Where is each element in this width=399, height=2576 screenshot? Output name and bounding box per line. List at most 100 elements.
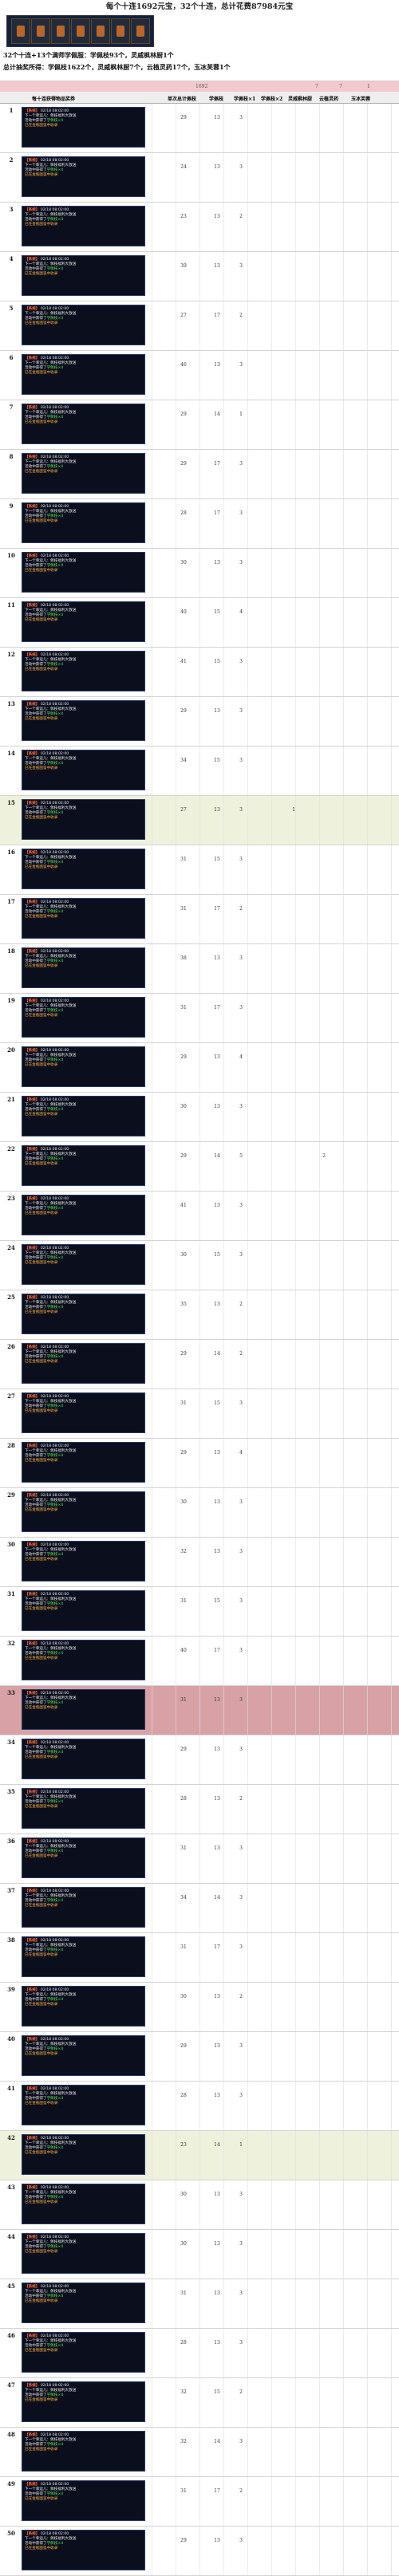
row-number: 39 [7,1986,15,1993]
message-sender: 【系统】 [25,1642,40,1646]
row-number: 8 [9,453,14,460]
message-sender: 【系统】 [25,1593,40,1597]
table-cell: 34 [180,1895,187,1900]
message-item: 学佩枝×4 [46,2146,64,2150]
table-cell: 30 [180,1994,187,1999]
chat-message-screenshot: 【系统】 02/18 08:02:00 下一个幸运儿：佩枝福利大放送 活动中获得了学… [22,1392,145,1433]
message-tail: 已在金瓶图鉴中收录 [25,1211,58,1215]
message-detail: 活动中获得了 [25,564,47,568]
table-row: 5 【系统】 02/18 08:02:00 下一个幸运儿：佩枝福利大放送 活动中获得了… [0,301,399,351]
message-detail: 活动中获得了 [25,1701,47,1705]
message-item: 学佩枝×4 [46,1553,64,1557]
message-item: 学佩枝×4 [46,1454,64,1458]
message-item: 学佩枝×4 [46,465,64,469]
message-sender: 【系统】 [25,208,40,212]
message-item: 学佩枝×4 [46,2393,64,2397]
message-detail: 活动中获得了 [25,1849,47,1853]
message-detail: 活动中获得了 [25,1602,47,1606]
message-tail: 已在金瓶图鉴中收录 [25,2101,58,2105]
message-item: 学佩枝×4 [46,910,64,914]
message-tail: 已在金瓶图鉴中收录 [25,964,58,968]
table-row: 11 【系统】 02/18 08:02:00 下一个幸运儿：佩枝福利大放送 活动中获得… [0,598,399,648]
message-detail: 活动中获得了 [25,2443,47,2447]
header-cell: 单次总计佩枝 [168,97,197,102]
table-cell: 34 [180,758,187,763]
message-tail: 已在金瓶图鉴中收录 [25,1310,58,1314]
row-number: 24 [7,1244,15,1251]
table-cell: 3 [239,1104,243,1109]
message-item: 学佩枝×4 [46,1948,64,1952]
message-detail: 活动中获得了 [25,1998,47,2002]
row-number: 14 [7,750,15,757]
message-item: 学佩枝×4 [46,1652,64,1656]
summary-line-1: 32个十连+13个满师学佩服：学佩枝93个，灵威枫林厨1个 [3,51,174,59]
message-item: 学佩枝×4 [46,959,64,963]
message-time: 02/18 08:02:00 [40,2137,69,2141]
message-tail: 已在金瓶图鉴中收录 [25,2003,58,2007]
message-tail: 已在金瓶图鉴中收录 [25,1607,58,1611]
message-tail: 已在金瓶图鉴中收录 [25,2200,58,2204]
message-time: 02/18 08:02:00 [40,1148,69,1152]
message-item: 学佩枝×4 [46,317,64,321]
header-cell: 每十连获得物品奖券 [32,97,76,102]
message-time: 02/18 08:02:00 [40,2433,69,2437]
message-detail: 活动中获得了 [25,1751,47,1755]
table-cell: 2 [239,1302,243,1307]
row-number: 21 [7,1096,15,1103]
table-cell: 3 [239,461,243,467]
table-row: 13 【系统】 02/18 08:02:00 下一个幸运儿：佩枝福利大放送 活动中获得… [0,697,399,746]
chat-message-screenshot: 【系统】 02/18 08:02:00 下一个幸运儿：佩枝福利大放送 活动中获得了学… [22,1046,145,1087]
chat-message-screenshot: 【系统】 02/18 08:02:00 下一个幸运儿：佩枝福利大放送 活动中获得了学… [22,1986,145,2027]
table-row: 24 【系统】 02/18 08:02:00 下一个幸运儿：佩枝福利大放送 活动中获得… [0,1241,399,1290]
row-number: 5 [9,305,14,312]
table-cell: 3 [239,955,243,961]
chat-message-screenshot: 【系统】 02/18 08:02:00 下一个幸运儿：佩枝福利大放送 活动中获得了学… [22,1294,145,1334]
message-time: 02/18 08:02:00 [40,1049,69,1053]
table-row: 40 【系统】 02/18 08:02:00 下一个幸运儿：佩枝福利大放送 活动中获得… [0,2032,399,2082]
table-cell: 3 [239,1400,243,1406]
message-sender: 【系统】 [25,505,40,509]
table-cell: 3 [239,2290,243,2296]
message-item: 学佩枝×4 [46,1751,64,1755]
table-cell: 4 [239,609,243,615]
row-number: 43 [7,2184,15,2191]
table-row: 34 【系统】 02/18 08:02:00 下一个幸运儿：佩枝福利大放送 活动中获得… [0,1735,399,1785]
message-time: 02/18 08:02:00 [40,1692,69,1696]
chat-message-screenshot: 【系统】 02/18 08:02:00 下一个幸运儿：佩枝福利大放送 活动中获得了学… [22,1590,145,1631]
message-detail: 活动中获得了 [25,663,47,667]
table-row: 38 【系统】 02/18 08:02:00 下一个幸运儿：佩枝福利大放送 活动中获得… [0,1933,399,1983]
chat-message-screenshot: 【系统】 02/18 08:02:00 下一个幸运儿：佩枝福利大放送 活动中获得了学… [22,1244,145,1285]
message-sender: 【系统】 [25,752,40,756]
message-item: 学佩枝×4 [46,2443,64,2447]
message-sender: 【系统】 [25,2087,40,2091]
table-cell: 4 [239,1450,243,1455]
table-cell: 2 [239,214,243,219]
message-tail: 已在金瓶图鉴中收录 [25,1261,58,1265]
item-icon [110,18,130,44]
table-cell: 28 [180,1796,187,1802]
table-cell: 40 [180,609,187,615]
message-sender: 【系统】 [25,554,40,558]
table-cell: 3 [239,708,243,714]
ruler-value: 1692 [196,84,208,89]
chat-message-screenshot: 【系统】 02/18 08:02:00 下一个幸运儿：佩枝福利大放送 活动中获得了学… [22,404,145,444]
row-number: 1 [9,107,14,114]
message-detail: 活动中获得了 [25,465,47,469]
message-sender: 【系统】 [25,999,40,1003]
table-row: 37 【系统】 02/18 08:02:00 下一个幸运儿：佩枝福利大放送 活动中获得… [0,1884,399,1933]
message-tail: 已在金瓶图鉴中收录 [25,569,58,573]
table-row: 18 【系统】 02/18 08:02:00 下一个幸运儿：佩枝福利大放送 活动中获得… [0,944,399,994]
row-number: 23 [7,1195,15,1202]
chat-message-screenshot: 【系统】 02/18 08:02:00 下一个幸运儿：佩枝福利大放送 活动中获得了学… [22,601,145,642]
chat-message-screenshot: 【系统】 02/18 08:02:00 下一个幸运儿：佩枝福利大放送 活动中获得了学… [22,2283,145,2323]
table-cell: 31 [180,1005,187,1010]
message-sender: 【系统】 [25,2285,40,2289]
item-icon [90,18,110,44]
chat-message-screenshot: 【系统】 02/18 08:02:00 下一个幸运儿：佩枝福利大放送 活动中获得了学… [22,2134,145,2175]
message-time: 02/18 08:02:00 [40,1197,69,1201]
message-tail: 已在金瓶图鉴中收录 [25,124,58,128]
message-item: 学佩枝×4 [46,712,64,716]
chat-message-screenshot: 【系统】 02/18 08:02:00 下一个幸运儿：佩枝福利大放送 活动中获得了学… [22,354,145,395]
message-tail: 已在金瓶图鉴中收录 [25,2497,58,2501]
table-row: 3 【系统】 02/18 08:02:00 下一个幸运儿：佩枝福利大放送 活动中获得了… [0,203,399,252]
